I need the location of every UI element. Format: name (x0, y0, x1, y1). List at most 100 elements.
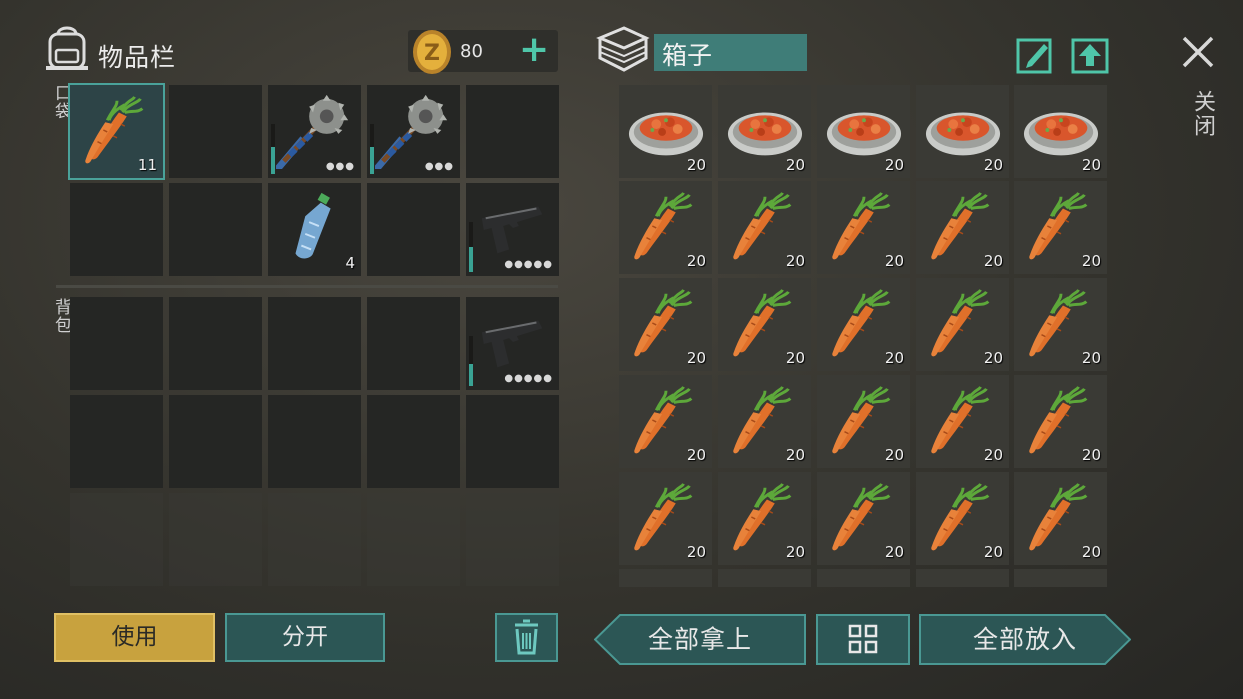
slot-carrot[interactable]: 20 (619, 375, 712, 468)
slot-food-plate[interactable]: 20 (1014, 85, 1107, 178)
stack-count: 4 (345, 254, 355, 272)
durability-bar (271, 124, 275, 174)
slot-carrot[interactable]: 20 (817, 375, 910, 468)
slot-saw-club[interactable]: ●●● (268, 85, 361, 178)
slot-carrot[interactable]: 20 (916, 375, 1009, 468)
ammo-dots: ●●●●● (504, 373, 553, 384)
slot-carrot[interactable]: 20 (619, 278, 712, 371)
slot-carrot[interactable]: 20 (1014, 181, 1107, 274)
saw-club-icon (276, 91, 354, 169)
stack-count: 20 (1081, 156, 1101, 174)
slot-carrot[interactable]: 20 (817, 278, 910, 371)
slot-food-plate[interactable]: 20 (916, 85, 1009, 178)
slot-water-bottle[interactable]: 4 (268, 183, 361, 276)
durability-bar (370, 124, 374, 174)
stack-count: 20 (686, 446, 706, 464)
durability-fill (469, 363, 473, 386)
empty-slot[interactable] (367, 395, 460, 488)
slot-carrot[interactable]: 20 (1014, 472, 1107, 565)
take-all-button[interactable]: 全部拿上 (594, 614, 806, 665)
stack-count: 20 (983, 543, 1003, 561)
backpack-icon (46, 26, 88, 70)
slot-saw-club[interactable]: ●●● (367, 85, 460, 178)
stack-count: 11 (137, 156, 157, 174)
put-all-button[interactable]: 全部放入 (919, 614, 1131, 665)
upload-icon[interactable] (1071, 36, 1109, 74)
trash-button[interactable] (495, 613, 558, 662)
slot-food-plate[interactable]: 20 (619, 85, 712, 178)
slot-carrot[interactable]: 20 (718, 278, 811, 371)
empty-slot[interactable] (169, 297, 262, 390)
slot-carrot[interactable]: 11 (68, 83, 165, 180)
empty-slot[interactable] (268, 297, 361, 390)
slot-carrot[interactable]: 20 (718, 181, 811, 274)
inventory-title: 物品栏 (98, 43, 177, 72)
stack-count: 20 (1081, 543, 1101, 561)
empty-slot[interactable] (916, 569, 1009, 587)
stack-count: 20 (884, 349, 904, 367)
slot-pistol[interactable]: ●●●●● (466, 297, 559, 390)
container-name-field[interactable]: 箱子 (654, 34, 807, 71)
empty-slot[interactable] (817, 569, 910, 587)
empty-slot[interactable] (268, 493, 361, 586)
empty-slot[interactable] (70, 493, 163, 586)
stack-count: 20 (983, 156, 1003, 174)
grid-icon (848, 624, 878, 654)
stack-count: 20 (1081, 446, 1101, 464)
stack-count: 20 (884, 446, 904, 464)
empty-slot[interactable] (70, 297, 163, 390)
coin-count: 80 (460, 41, 483, 62)
box-icon (596, 26, 650, 72)
empty-slot[interactable] (367, 183, 460, 276)
empty-slot[interactable] (367, 493, 460, 586)
durability-fill (370, 146, 374, 174)
close-icon[interactable] (1180, 34, 1216, 70)
empty-slot[interactable] (70, 395, 163, 488)
stack-count: 20 (884, 543, 904, 561)
slot-carrot[interactable]: 20 (916, 278, 1009, 371)
empty-slot[interactable] (718, 569, 811, 587)
edit-icon[interactable] (1016, 36, 1054, 74)
stack-count: 20 (785, 446, 805, 464)
slot-carrot[interactable]: 20 (1014, 375, 1107, 468)
slot-carrot[interactable]: 20 (817, 472, 910, 565)
put-all-label: 全部放入 (972, 625, 1077, 654)
empty-slot[interactable] (466, 493, 559, 586)
slot-pistol[interactable]: ●●●●● (466, 183, 559, 276)
empty-slot[interactable] (466, 85, 559, 178)
use-button[interactable]: 使用 (54, 613, 215, 662)
sort-button[interactable] (816, 614, 910, 665)
stack-count: 20 (983, 252, 1003, 270)
empty-slot[interactable] (169, 85, 262, 178)
split-button[interactable]: 分开 (225, 613, 385, 662)
empty-slot[interactable] (169, 183, 262, 276)
pistol-icon (474, 189, 552, 267)
slot-food-plate[interactable]: 20 (718, 85, 811, 178)
slot-carrot[interactable]: 20 (718, 472, 811, 565)
empty-slot[interactable] (367, 297, 460, 390)
stack-count: 20 (686, 252, 706, 270)
empty-slot[interactable] (466, 395, 559, 488)
add-coins-button[interactable]: + (519, 28, 549, 72)
slot-carrot[interactable]: 20 (718, 375, 811, 468)
slot-food-plate[interactable]: 20 (817, 85, 910, 178)
empty-slot[interactable] (70, 183, 163, 276)
slot-carrot[interactable]: 20 (619, 472, 712, 565)
stack-count: 20 (785, 156, 805, 174)
close-label[interactable]: 关闭 (1186, 90, 1218, 138)
water-bottle-icon (276, 189, 354, 267)
empty-slot[interactable] (1014, 569, 1107, 587)
slot-carrot[interactable]: 20 (1014, 278, 1107, 371)
slot-carrot[interactable]: 20 (817, 181, 910, 274)
slot-carrot[interactable]: 20 (916, 181, 1009, 274)
empty-slot[interactable] (268, 395, 361, 488)
slot-carrot[interactable]: 20 (619, 181, 712, 274)
empty-slot[interactable] (169, 493, 262, 586)
slot-carrot[interactable]: 20 (916, 472, 1009, 565)
empty-slot[interactable] (169, 395, 262, 488)
stack-count: 20 (686, 543, 706, 561)
stack-count: 20 (1081, 349, 1101, 367)
ammo-dots: ●●●●● (504, 259, 553, 270)
stack-count: 20 (884, 156, 904, 174)
empty-slot[interactable] (619, 569, 712, 587)
